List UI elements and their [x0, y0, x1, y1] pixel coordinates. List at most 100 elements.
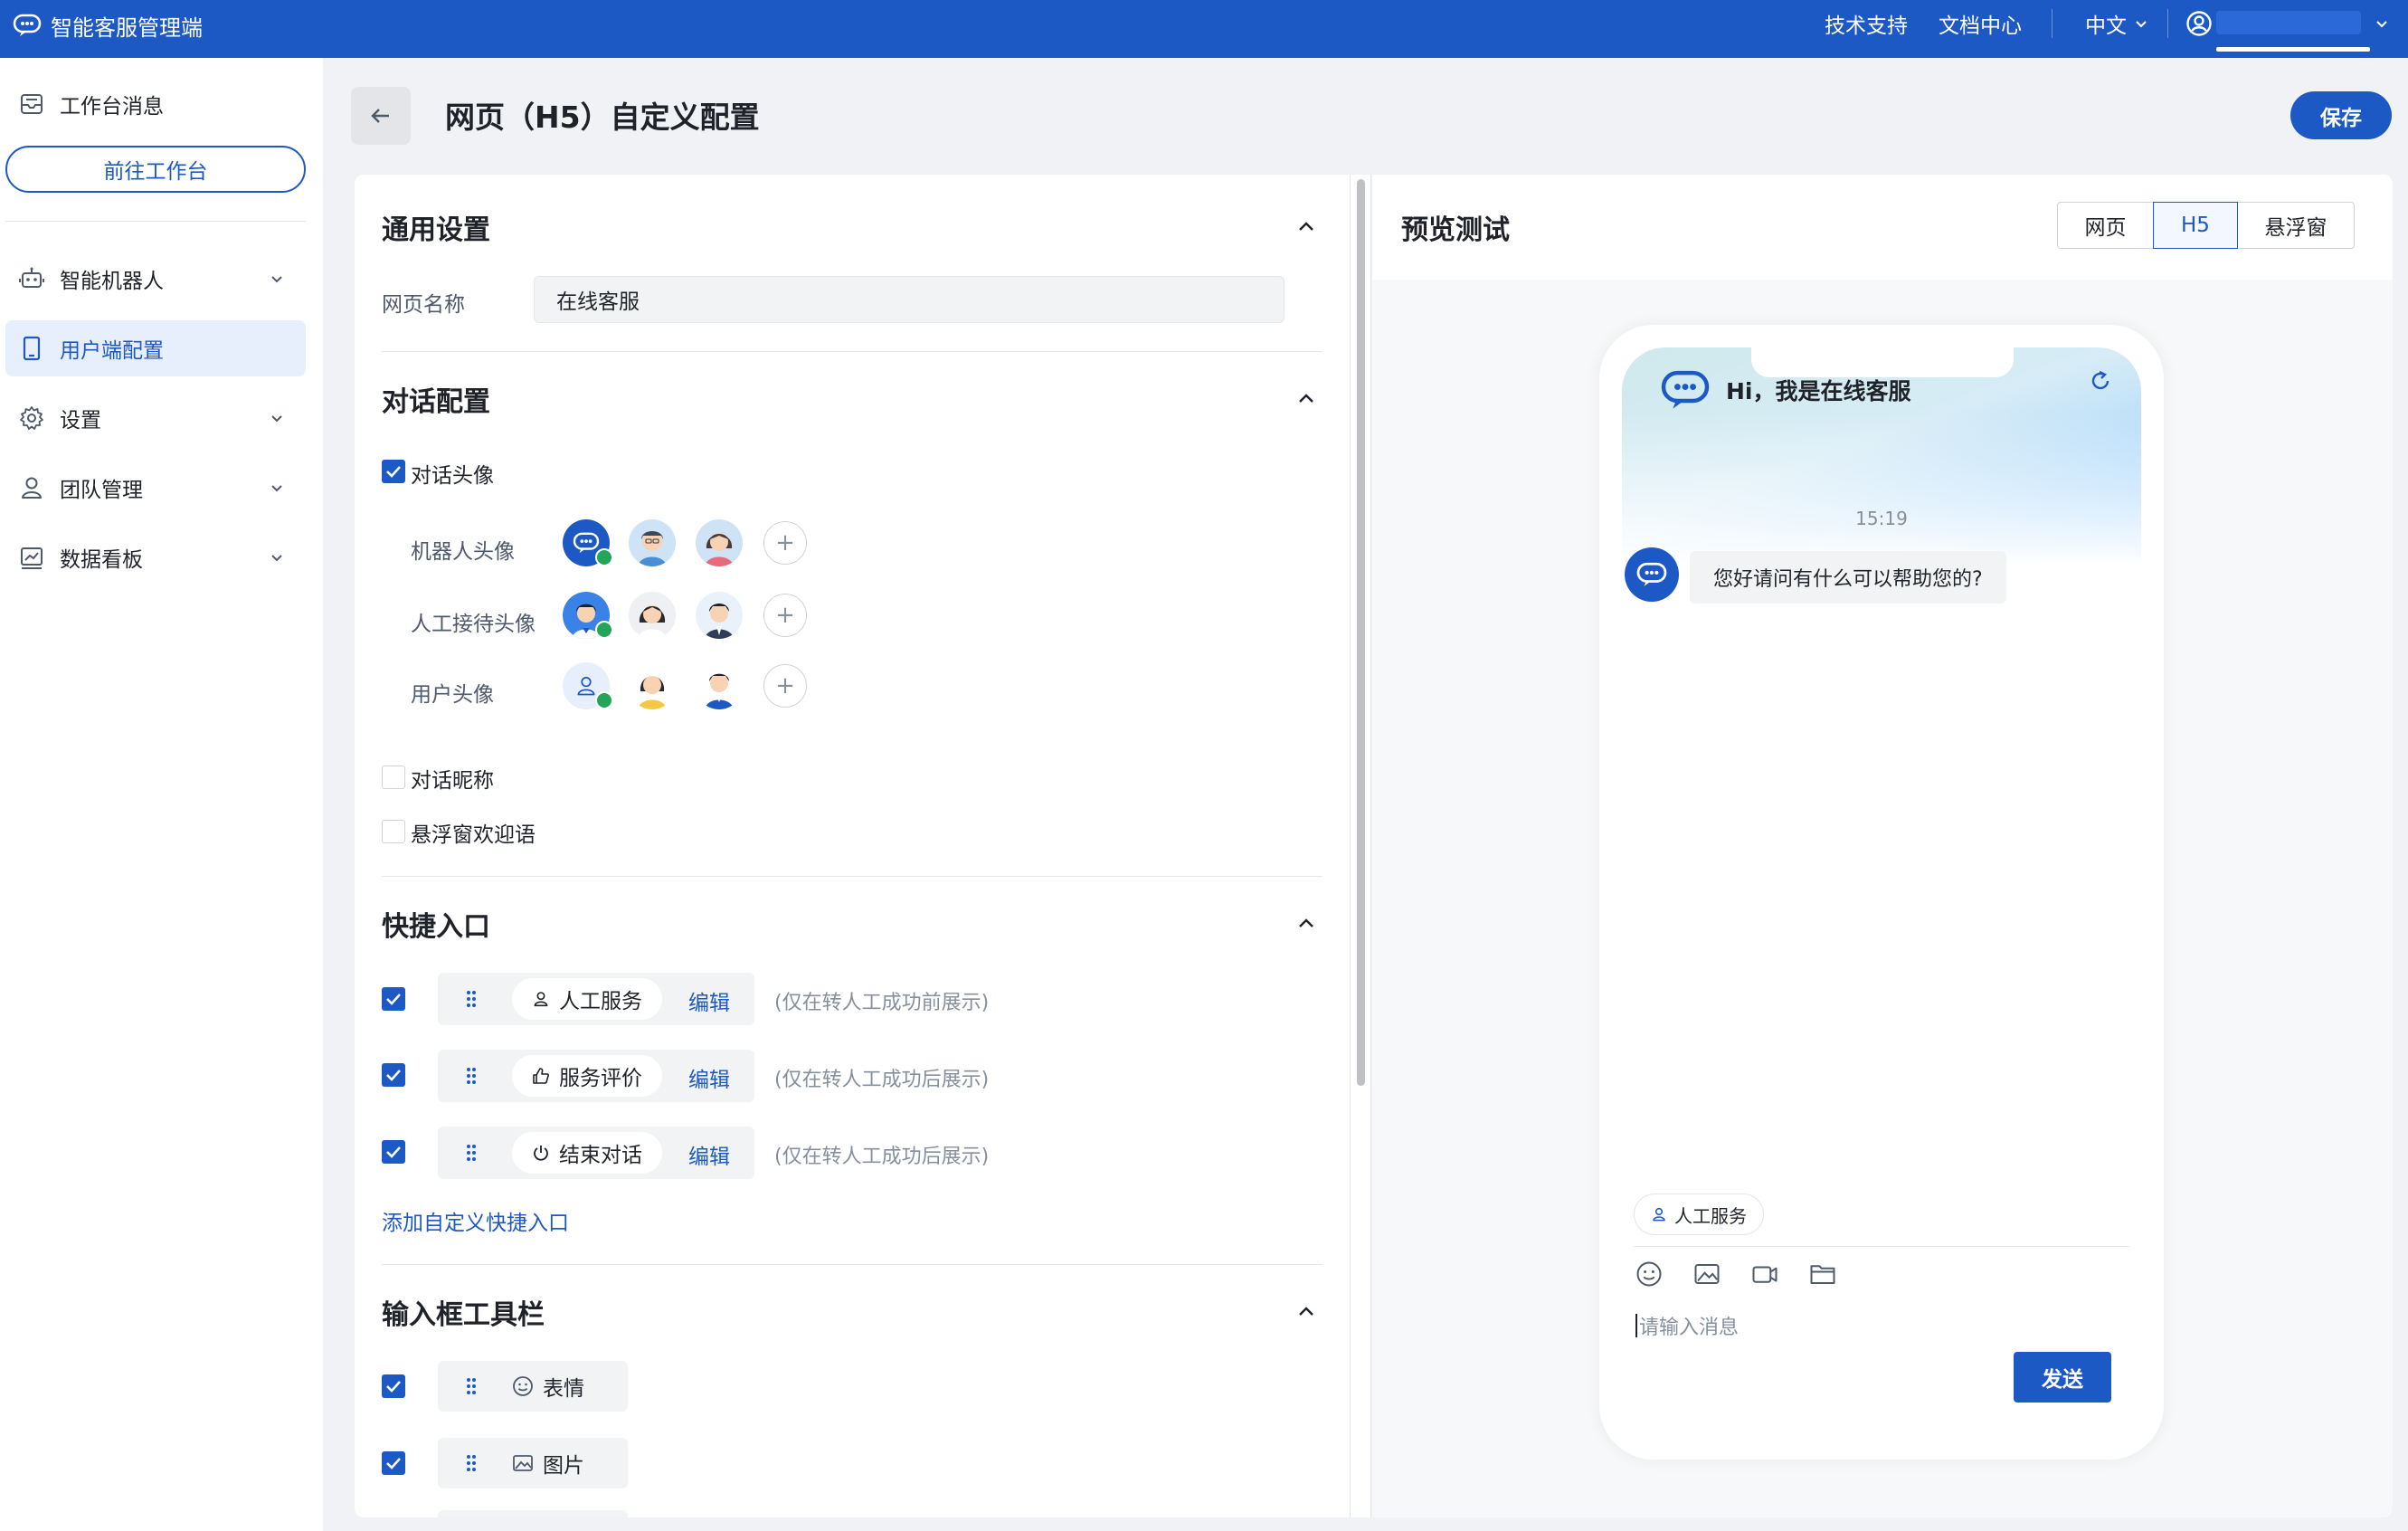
- chevron-down-icon: [271, 485, 282, 492]
- user-avatar-option[interactable]: [629, 662, 676, 709]
- toolbar-item-checkbox[interactable]: [382, 1374, 405, 1398]
- input-toolbar-heading: 输入框工具栏: [382, 1299, 545, 1331]
- sidebar-divider: [5, 221, 306, 222]
- sidebar-item-settings[interactable]: 设置: [5, 390, 306, 446]
- app-brand[interactable]: 智能客服管理端: [13, 0, 203, 51]
- message-time: 15:19: [1855, 508, 1908, 529]
- chevron-down-icon: [2136, 21, 2147, 28]
- topbar-divider: [2167, 9, 2168, 38]
- image-icon[interactable]: [1693, 1260, 1721, 1288]
- chevron-up-icon[interactable]: [1295, 913, 1317, 935]
- sidebar-item-robot[interactable]: 智能机器人: [5, 251, 306, 307]
- nickname-checkbox[interactable]: [382, 766, 405, 789]
- video-icon[interactable]: [1751, 1260, 1778, 1288]
- sidebar-item-dashboard[interactable]: 数据看板: [5, 529, 306, 585]
- float-welcome-checkbox[interactable]: [382, 820, 405, 843]
- docs-center-link[interactable]: 文档中心: [1939, 0, 2022, 47]
- save-button[interactable]: 保存: [2290, 91, 2392, 139]
- quick-entry-heading: 快捷入口: [382, 911, 490, 943]
- add-custom-quick-entry-link[interactable]: 添加自定义快捷入口: [382, 1205, 569, 1236]
- smile-icon: [513, 1376, 533, 1396]
- add-agent-avatar-button[interactable]: +: [763, 594, 807, 637]
- drag-handle-icon[interactable]: [465, 1143, 478, 1163]
- section-divider: [382, 351, 1323, 352]
- selected-check-icon: [595, 621, 613, 639]
- user-icon: [1653, 1207, 1665, 1222]
- user-icon: [577, 677, 595, 696]
- toolbar-item-label: 表情: [543, 1377, 584, 1401]
- drag-handle-icon[interactable]: [465, 1376, 478, 1396]
- section-divider: [382, 876, 1323, 877]
- drag-handle-icon[interactable]: [465, 1453, 478, 1473]
- add-user-avatar-button[interactable]: +: [763, 664, 807, 708]
- chevron-up-icon[interactable]: [1295, 388, 1317, 410]
- dialog-config-heading: 对话配置: [382, 386, 490, 418]
- go-workbench-button[interactable]: 前往工作台: [5, 146, 306, 193]
- quick-chip-human-service[interactable]: 人工服务: [1634, 1193, 1764, 1235]
- back-button[interactable]: [351, 87, 411, 145]
- tab-web[interactable]: 网页: [2056, 202, 2155, 249]
- agent-avatar-label: 人工接待头像: [411, 613, 536, 636]
- page-name-input[interactable]: 在线客服: [534, 276, 1285, 323]
- quick-item-checkbox[interactable]: [382, 1063, 405, 1087]
- arrow-left-icon: [371, 109, 389, 123]
- quick-item-checkbox[interactable]: [382, 987, 405, 1011]
- user-underline: [2216, 47, 2370, 52]
- chevron-up-icon[interactable]: [1295, 216, 1317, 238]
- preview-panel: 预览测试 网页 H5 悬浮窗 Hi，我是在线客服 15:19 您好请问有什么可以…: [1372, 175, 2393, 1517]
- input-divider: [1634, 1246, 2129, 1247]
- user-avatar-option[interactable]: [696, 662, 743, 709]
- tab-float-window[interactable]: 悬浮窗: [2236, 202, 2356, 249]
- edit-link[interactable]: 编辑: [688, 985, 730, 1016]
- scrollbar-thumb[interactable]: [1357, 179, 1365, 1086]
- tab-h5[interactable]: H5: [2153, 202, 2238, 249]
- message-input-placeholder: 请输入消息: [1639, 1317, 1740, 1339]
- quick-item-chip: 结束对话: [512, 1132, 662, 1174]
- tech-support-link[interactable]: 技术支持: [1825, 0, 1908, 47]
- drag-handle-icon[interactable]: [465, 1066, 478, 1086]
- sidebar-item-team[interactable]: 团队管理: [5, 460, 306, 516]
- toolbar-item-label: 图片: [543, 1454, 584, 1478]
- user-icon: [22, 477, 42, 499]
- chat-greeting: Hi，我是在线客服: [1657, 368, 1911, 412]
- robot-avatar-option[interactable]: [696, 519, 743, 566]
- page-name-label: 网页名称: [382, 293, 465, 317]
- user-name-redacted[interactable]: [2216, 11, 2361, 34]
- chat-bubble-icon: [1636, 562, 1667, 586]
- smile-icon[interactable]: [1635, 1260, 1663, 1288]
- quick-item-chip: 人工服务: [512, 978, 662, 1020]
- avatar-illustration: [705, 604, 734, 639]
- quick-item-label: 人工服务: [559, 990, 642, 1013]
- quick-item-chip: 服务评价: [512, 1055, 662, 1097]
- chevron-down-icon[interactable]: [2375, 16, 2389, 31]
- quick-item-note: (仅在转人工成功前展示): [774, 992, 990, 1014]
- toolbar-item-checkbox[interactable]: [382, 1451, 405, 1475]
- greeting-text: Hi，我是在线客服: [1726, 378, 1911, 404]
- language-select[interactable]: 中文: [2085, 0, 2148, 47]
- sidebar-item-client-config[interactable]: 用户端配置: [5, 320, 306, 376]
- toolbar-item-row[interactable]: 表情: [438, 1361, 628, 1412]
- avatar-illustration: [638, 605, 667, 639]
- add-robot-avatar-button[interactable]: +: [763, 521, 807, 565]
- robot-avatar-option[interactable]: [629, 519, 676, 566]
- agent-avatar-option[interactable]: [696, 592, 743, 639]
- quick-item-checkbox[interactable]: [382, 1140, 405, 1164]
- avatar-checkbox[interactable]: [382, 460, 405, 483]
- refresh-icon[interactable]: [2088, 368, 2113, 394]
- workbench-messages[interactable]: 工作台消息: [5, 76, 306, 132]
- agent-avatar-option[interactable]: [629, 592, 676, 639]
- inbox-icon: [21, 94, 43, 114]
- chevron-up-icon[interactable]: [1295, 1301, 1317, 1323]
- account-icon[interactable]: [2185, 10, 2213, 37]
- message-input[interactable]: 请输入消息: [1635, 1311, 1739, 1340]
- drag-handle-icon[interactable]: [465, 989, 478, 1009]
- toolbar-item-row[interactable]: 图片: [438, 1438, 628, 1488]
- send-button[interactable]: 发送: [2014, 1352, 2111, 1403]
- chart-icon: [21, 547, 43, 569]
- folder-icon[interactable]: [1809, 1260, 1836, 1288]
- edit-link[interactable]: 编辑: [688, 1062, 730, 1093]
- sidebar-item-label: 设置: [60, 409, 101, 433]
- sidebar-item-label: 数据看板: [60, 548, 143, 572]
- chevron-down-icon: [271, 415, 282, 423]
- edit-link[interactable]: 编辑: [688, 1139, 730, 1170]
